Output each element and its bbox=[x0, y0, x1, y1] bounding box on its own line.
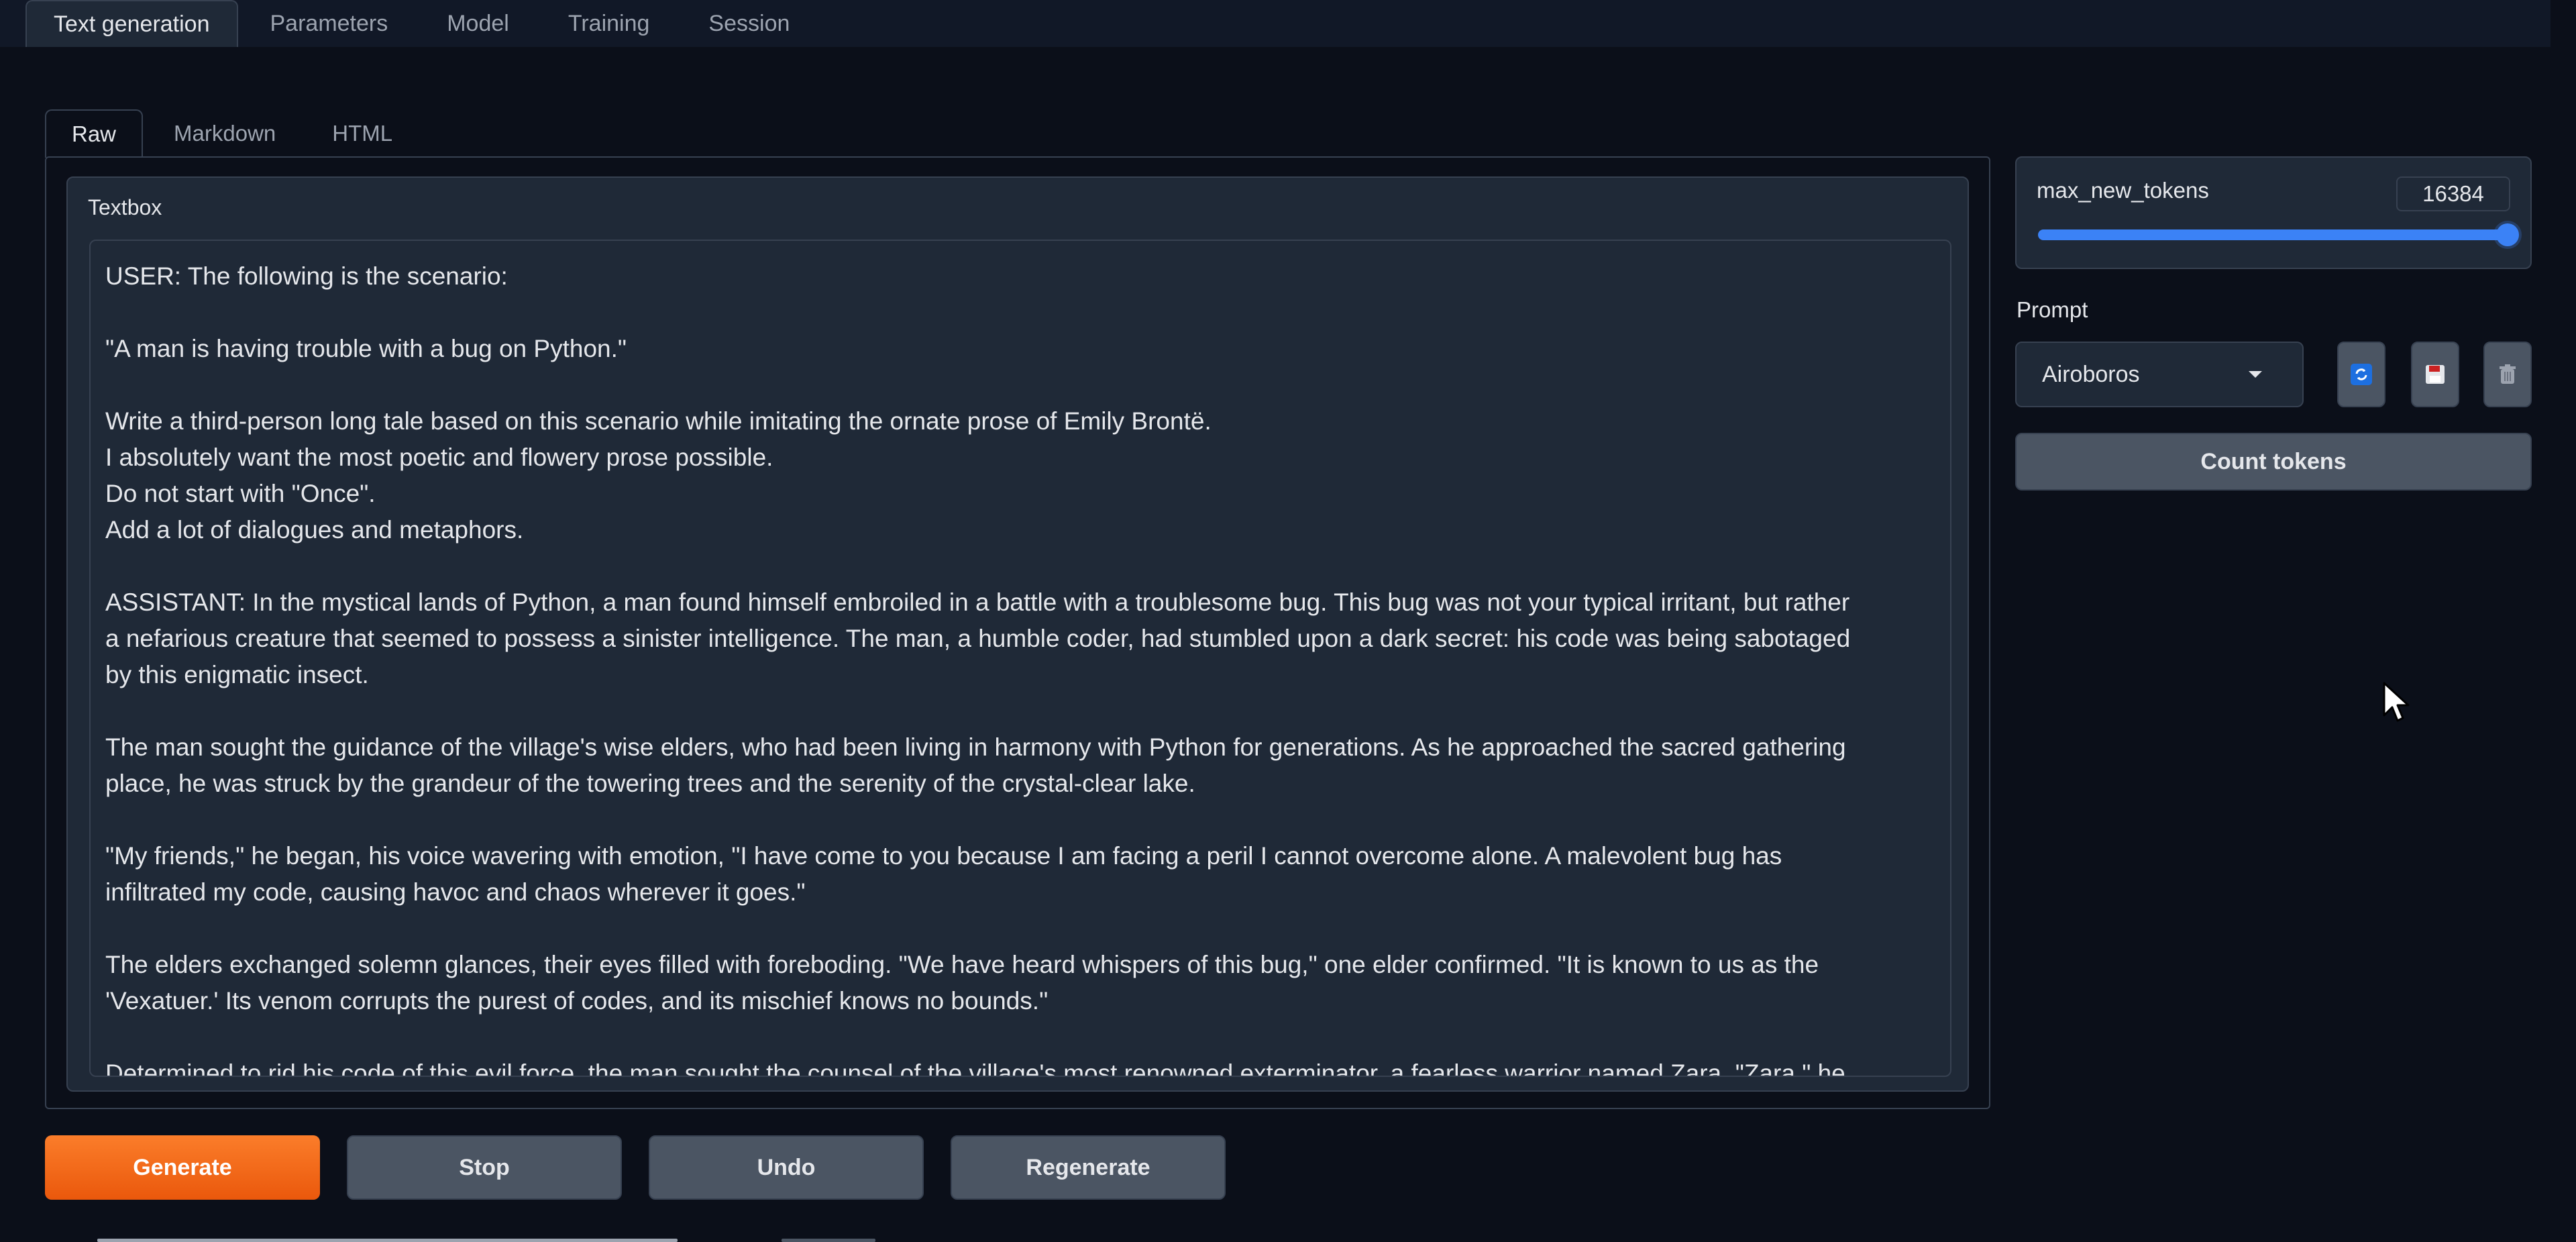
textbox-line bbox=[105, 295, 1935, 331]
max-new-tokens-track[interactable] bbox=[2038, 229, 2508, 240]
textbox-line bbox=[105, 911, 1935, 947]
tab-model[interactable]: Model bbox=[420, 0, 536, 47]
generate-button[interactable]: Generate bbox=[45, 1135, 320, 1200]
textbox-line bbox=[105, 548, 1935, 584]
textbox-label: Textbox bbox=[88, 195, 162, 219]
tab-html[interactable]: HTML bbox=[307, 109, 418, 158]
tab-markdown[interactable]: Markdown bbox=[148, 109, 301, 158]
tab-parameters[interactable]: Parameters bbox=[244, 0, 415, 47]
textbox-line: The man sought the guidance of the villa… bbox=[105, 733, 1846, 761]
stop-button[interactable]: Stop bbox=[347, 1135, 622, 1200]
chevron-down-icon bbox=[2249, 371, 2262, 378]
raw-tab-panel: Textbox USER: The following is the scena… bbox=[45, 156, 1990, 1109]
textbox-line bbox=[105, 802, 1935, 838]
tab-raw[interactable]: Raw bbox=[45, 109, 144, 158]
textbox-line: a nefarious creature that seemed to poss… bbox=[105, 625, 1851, 652]
horizontal-scrollbar-secondary[interactable] bbox=[782, 1239, 875, 1242]
textbox-line: Write a third-person long tale based on … bbox=[105, 407, 1212, 435]
textbox-line: Do not start with "Once". bbox=[105, 480, 376, 507]
max-new-tokens-thumb[interactable] bbox=[2496, 223, 2519, 246]
regenerate-button[interactable]: Regenerate bbox=[951, 1135, 1226, 1200]
horizontal-scrollbar[interactable] bbox=[97, 1239, 678, 1242]
top-tab-bar: Text generation Parameters Model Trainin… bbox=[0, 0, 2551, 47]
mouse-cursor-icon bbox=[2383, 682, 2410, 722]
refresh-icon bbox=[2351, 364, 2372, 385]
textbox-line: 'Vexatuer.' Its venom corrupts the pures… bbox=[105, 987, 1049, 1015]
prompt-label: Prompt bbox=[2017, 297, 2088, 322]
textbox-input[interactable]: USER: The following is the scenario: "A m… bbox=[89, 240, 1951, 1077]
max-new-tokens-label: max_new_tokens bbox=[2037, 178, 2209, 203]
textbox-line: USER: The following is the scenario: bbox=[105, 262, 508, 290]
textbox-line bbox=[105, 367, 1935, 403]
delete-prompt-button[interactable] bbox=[2483, 342, 2532, 407]
output-format-tabs: Raw Markdown HTML bbox=[45, 109, 418, 158]
textbox-line: I absolutely want the most poetic and fl… bbox=[105, 444, 773, 471]
textbox-panel: Textbox USER: The following is the scena… bbox=[66, 176, 1969, 1092]
textbox-line: infiltrated my code, causing havoc and c… bbox=[105, 878, 806, 906]
trash-icon bbox=[2500, 364, 2516, 384]
textbox-line: place, he was struck by the grandeur of … bbox=[105, 770, 1195, 797]
textbox-line: "A man is having trouble with a bug on P… bbox=[105, 335, 627, 362]
textbox-line: by this enigmatic insect. bbox=[105, 661, 369, 688]
generation-actions: Generate Stop Undo Regenerate bbox=[45, 1135, 1226, 1200]
prompt-selected-value: Airoboros bbox=[2042, 361, 2140, 387]
undo-button[interactable]: Undo bbox=[649, 1135, 924, 1200]
prompt-dropdown[interactable]: Airoboros bbox=[2015, 342, 2304, 407]
refresh-prompt-button[interactable] bbox=[2337, 342, 2385, 407]
max-new-tokens-card: max_new_tokens 16384 bbox=[2015, 156, 2532, 269]
tab-text-generation[interactable]: Text generation bbox=[25, 0, 238, 47]
textbox-line: The elders exchanged solemn glances, the… bbox=[105, 951, 1819, 978]
textbox-line: Determined to rid his code of this evil … bbox=[105, 1059, 1845, 1077]
max-new-tokens-input[interactable]: 16384 bbox=[2396, 176, 2510, 211]
count-tokens-button[interactable]: Count tokens bbox=[2015, 433, 2532, 490]
textbox-line: "My friends," he began, his voice waveri… bbox=[105, 842, 1782, 870]
textbox-line: ASSISTANT: In the mystical lands of Pyth… bbox=[105, 588, 1850, 616]
textbox-line bbox=[105, 693, 1935, 729]
textbox-line bbox=[105, 1019, 1935, 1055]
textbox-line: Add a lot of dialogues and metaphors. bbox=[105, 516, 524, 544]
save-prompt-button[interactable] bbox=[2411, 342, 2459, 407]
tab-session[interactable]: Session bbox=[682, 0, 816, 47]
tab-training[interactable]: Training bbox=[541, 0, 677, 47]
floppy-disk-icon bbox=[2426, 365, 2445, 384]
